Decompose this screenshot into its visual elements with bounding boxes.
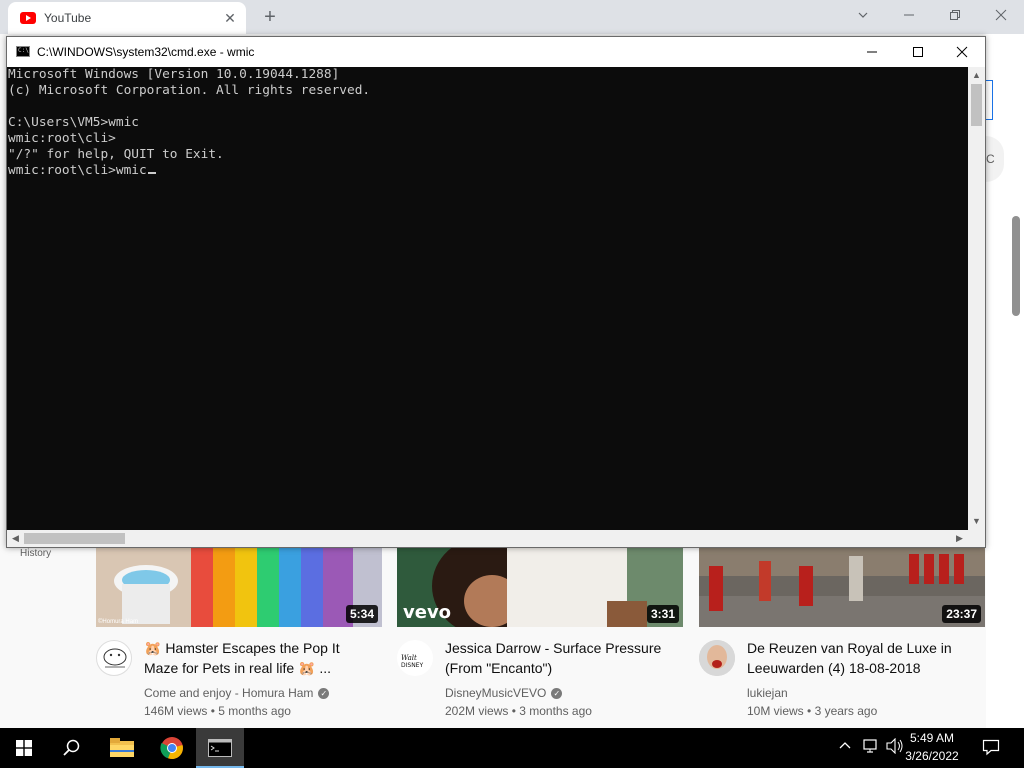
video-duration: 3:31 <box>646 605 679 623</box>
svg-text:DISNEY: DISNEY <box>401 662 423 669</box>
channel-name-text[interactable]: lukiejan <box>747 686 788 700</box>
scroll-up-arrow-icon[interactable]: ▲ <box>968 67 985 84</box>
search-icon <box>63 739 80 756</box>
console-line: C:\Users\VM5>wmic <box>8 115 139 130</box>
view-count: 146M views <box>144 704 208 718</box>
channel-avatar[interactable]: Walt DISNEY <box>397 640 433 676</box>
svg-text:Walt: Walt <box>401 654 417 662</box>
verified-check-icon: ✓ <box>551 688 563 700</box>
channel-name-text[interactable]: DisneyMusicVEVO <box>445 686 546 700</box>
video-duration: 5:34 <box>345 605 378 623</box>
scroll-corner <box>968 530 985 547</box>
cmd-window[interactable]: C:\ C:\WINDOWS\system32\cmd.exe - wmic M… <box>6 36 986 548</box>
view-count: 10M views <box>747 704 804 718</box>
upload-age: 5 months ago <box>218 704 291 718</box>
upload-age: 3 months ago <box>519 704 592 718</box>
video-meta: 10M views • 3 years ago <box>747 704 878 718</box>
new-tab-button[interactable]: + <box>258 6 282 28</box>
video-thumbnail[interactable]: ©Homura Ham 5:34 <box>96 546 382 627</box>
channel-avatar[interactable] <box>699 640 735 676</box>
view-count: 202M views <box>445 704 509 718</box>
folder-icon <box>110 738 134 757</box>
network-icon <box>863 739 877 753</box>
show-hidden-icons[interactable] <box>838 738 852 755</box>
video-thumbnail[interactable]: vevo 3:31 <box>397 546 683 627</box>
tab-youtube[interactable]: YouTube ✕ <box>8 2 246 34</box>
notification-icon <box>982 739 1000 756</box>
console-prompt-line[interactable]: wmic:root\cli>wmic <box>7 163 968 179</box>
text-cursor <box>147 172 156 174</box>
start-button[interactable] <box>0 728 48 768</box>
console-line: "/?" for help, QUIT to Exit. <box>8 147 224 162</box>
console-input[interactable]: wmic:root\cli>wmic <box>8 163 147 178</box>
scroll-left-arrow-icon[interactable]: ◀ <box>7 530 24 547</box>
cmd-console[interactable]: Microsoft Windows [Version 10.0.19044.12… <box>7 67 968 530</box>
cmd-icon <box>208 739 232 757</box>
clock-date: 3/26/2022 <box>905 749 959 763</box>
taskbar-chrome[interactable] <box>148 728 196 768</box>
tab-title: YouTube <box>44 11 92 25</box>
browser-close-icon[interactable] <box>989 4 1013 26</box>
channel-avatar[interactable] <box>96 640 132 676</box>
video-thumbnail[interactable]: 23:37 <box>699 546 985 627</box>
video-title[interactable]: De Reuzen van Royal de Luxe in Leeuwarde… <box>747 638 979 678</box>
cmd-titlebar[interactable]: C:\ C:\WINDOWS\system32\cmd.exe - wmic <box>7 37 985 67</box>
windows-start-icon <box>16 740 32 756</box>
verified-check-icon: ✓ <box>318 688 330 700</box>
taskbar-search-button[interactable] <box>48 728 96 768</box>
youtube-logo-icon <box>20 12 36 24</box>
scroll-down-arrow-icon[interactable]: ▼ <box>968 513 985 530</box>
close-icon <box>956 46 968 58</box>
video-title[interactable]: 🐹 Hamster Escapes the Pop It Maze for Pe… <box>144 638 376 678</box>
channel-name[interactable]: DisneyMusicVEVO ✓ <box>445 686 563 700</box>
action-center-button[interactable] <box>982 738 1000 759</box>
network-tray[interactable] <box>862 738 880 757</box>
channel-name-text[interactable]: Come and enjoy - Homura Ham <box>144 686 313 700</box>
taskbar-cmd[interactable] <box>196 728 244 768</box>
channel-name[interactable]: lukiejan <box>747 686 788 700</box>
chrome-icon <box>160 737 183 760</box>
page-scrollbar-thumb[interactable] <box>1012 216 1020 316</box>
console-line: (c) Microsoft Corporation. All rights re… <box>8 83 371 98</box>
cmd-window-title: C:\WINDOWS\system32\cmd.exe - wmic <box>37 45 255 59</box>
youtube-search-box-edge[interactable] <box>986 80 993 120</box>
browser-restore-icon[interactable] <box>943 4 967 26</box>
horizontal-scroll-thumb[interactable] <box>24 533 125 544</box>
console-line: Microsoft Windows [Version 10.0.19044.12… <box>8 67 340 82</box>
upload-age: 3 years ago <box>814 704 878 718</box>
cmd-horizontal-scrollbar[interactable]: ◀ ▶ <box>7 530 968 547</box>
cmd-maximize-button[interactable] <box>895 37 941 67</box>
maximize-icon <box>913 47 923 57</box>
video-meta: 202M views • 3 months ago <box>445 704 592 718</box>
cmd-vertical-scrollbar[interactable]: ▲ ▼ <box>968 67 985 530</box>
clock-time: 5:49 AM <box>909 731 955 745</box>
sidebar-item-history[interactable]: History <box>20 548 51 559</box>
channel-name[interactable]: Come and enjoy - Homura Ham ✓ <box>144 686 330 700</box>
console-line: wmic:root\cli> <box>8 131 116 146</box>
video-meta: 146M views • 5 months ago <box>144 704 291 718</box>
vertical-scroll-thumb[interactable] <box>971 84 982 126</box>
thumbnail-watermark: ©Homura Ham <box>98 619 139 625</box>
browser-tab-strip: YouTube ✕ + <box>0 0 1024 34</box>
scroll-right-arrow-icon[interactable]: ▶ <box>951 530 968 547</box>
cmd-minimize-button[interactable] <box>849 37 895 67</box>
thumbnail-watermark: vevo <box>403 602 452 623</box>
chevron-up-icon <box>839 742 851 749</box>
video-title[interactable]: Jessica Darrow - Surface Pressure (From … <box>445 638 677 678</box>
minimize-icon <box>867 51 877 53</box>
cmd-close-button[interactable] <box>939 37 985 67</box>
windows-taskbar: 5:49 AM 3/26/2022 <box>0 728 1024 768</box>
taskbar-file-explorer[interactable] <box>98 728 146 768</box>
cmd-app-icon[interactable]: C:\ <box>16 46 30 57</box>
video-duration: 23:37 <box>942 605 981 623</box>
tab-search-icon[interactable] <box>851 4 875 26</box>
browser-minimize-icon[interactable] <box>897 4 921 26</box>
tab-close-icon[interactable]: ✕ <box>222 10 238 26</box>
